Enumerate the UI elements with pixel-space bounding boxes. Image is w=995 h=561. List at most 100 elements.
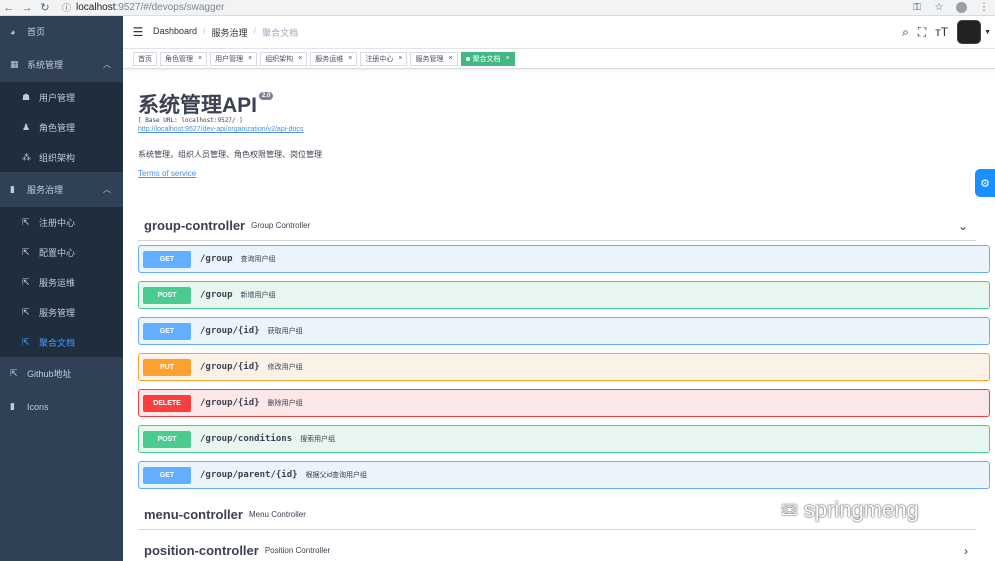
base-url: [ Base URL: localhost:9527/ ] [138, 117, 243, 124]
tag-roles[interactable]: 角色管理 × [160, 51, 208, 66]
tag-label: 注册中心 [365, 55, 394, 63]
chevron-up-icon: ︿ [103, 185, 111, 194]
operation-put-group-id[interactable]: PUT /group/{id} 修改用户组 [138, 353, 990, 381]
sidebar-item-label: 服务管理 [39, 307, 76, 318]
breadcrumb-separator: / [203, 25, 206, 36]
address-bar[interactable]: ⓘ localhost :9527/#/devops/swagger [62, 1, 906, 15]
method-badge: PUT [143, 358, 191, 376]
submenu-service: ⇱ 注册中心 ⇱ 配置中心 ⇱ 服务运维 ⇱ 服务管理 ⇱ 聚合文档 [0, 207, 123, 357]
close-icon[interactable]: × [448, 55, 452, 62]
controller-group[interactable]: group-controller Group Controller ⌄ [138, 211, 976, 241]
method-badge: DELETE [143, 394, 191, 412]
sidebar-item-roles[interactable]: ♟ 角色管理 [0, 112, 123, 142]
external-link-icon: ⇱ [22, 336, 30, 347]
sidebar-item-github[interactable]: ⇱ Github地址 [0, 357, 123, 390]
navbar: ☰ Dashboard / 服务治理 / 聚合文档 ⌕ ⛶ ᴛT ▼ [123, 16, 995, 49]
close-icon[interactable]: × [506, 55, 510, 62]
search-icon[interactable]: ⌕ [902, 25, 909, 40]
tag-service-mgmt[interactable]: 服务管理 × [410, 51, 458, 66]
watermark: ✉ springmeng [781, 497, 919, 523]
more-icon[interactable]: ⋮ [973, 2, 995, 13]
sidebar-item-registry[interactable]: ⇱ 注册中心 [0, 207, 123, 237]
operation-delete-group-id[interactable]: DELETE /group/{id} 删除用户组 [138, 389, 990, 417]
sidebar-item-icons[interactable]: ▮ Icons [0, 390, 123, 423]
chart-icon: ▮ [10, 184, 15, 194]
chevron-right-icon: › [964, 543, 968, 558]
breadcrumb-item: 服务治理 [211, 27, 248, 38]
operation-path: /group/conditions [200, 434, 293, 444]
api-title-text: 系统管理API [138, 94, 258, 117]
sidebar-item-users[interactable]: ☗ 用户管理 [0, 82, 123, 112]
method-badge: POST [143, 430, 191, 448]
controller-desc: Position Controller [264, 546, 331, 555]
operation-path: /group/{id} [200, 398, 260, 408]
breadcrumb: Dashboard / 服务治理 / 聚合文档 [153, 26, 298, 39]
star-icon[interactable]: ☆ [928, 2, 950, 13]
browser-toolbar: ← → ↻ ⓘ localhost :9527/#/devops/swagger… [0, 0, 995, 16]
submenu-system: ☗ 用户管理 ♟ 角色管理 ⁂ 组织架构 [0, 82, 123, 172]
operation-summary: 新增用户组 [240, 292, 276, 299]
close-icon[interactable]: × [298, 55, 302, 62]
method-badge: GET [143, 466, 191, 484]
back-icon[interactable]: ← [0, 2, 18, 14]
operation-path: /group/{id} [200, 326, 260, 336]
tree-icon: ⁂ [22, 151, 31, 162]
sidebar-item-ops[interactable]: ⇱ 服务运维 [0, 267, 123, 297]
info-icon[interactable]: ⓘ [62, 1, 76, 14]
operation-get-group[interactable]: GET /group 查询用户组 [138, 245, 990, 273]
sidebar-item-org[interactable]: ⁂ 组织架构 [0, 142, 123, 172]
breadcrumb-separator: / [253, 25, 257, 36]
sidebar-item-label: 组织架构 [39, 152, 76, 163]
fullscreen-icon[interactable]: ⛶ [918, 25, 926, 40]
caret-down-icon[interactable]: ▼ [984, 29, 991, 36]
api-title: 系统管理API 2.0 [138, 89, 274, 119]
terms-of-service-link[interactable]: Terms of service [138, 169, 196, 178]
controller-position[interactable]: position-controller Position Controller … [138, 536, 976, 561]
operation-post-group-conditions[interactable]: POST /group/conditions 搜索用户组 [138, 425, 990, 453]
operation-get-group-parent-id[interactable]: GET /group/parent/{id} 根据父id查询用户组 [138, 461, 990, 489]
close-icon[interactable]: × [248, 55, 252, 62]
tag-registry[interactable]: 注册中心 × [360, 51, 408, 66]
hamburger-icon[interactable]: ☰ [123, 25, 153, 39]
sidebar-item-home[interactable]: ◕ 首页 [0, 16, 123, 47]
operation-get-group-id[interactable]: GET /group/{id} 获取用户组 [138, 317, 990, 345]
profile-icon[interactable] [956, 2, 967, 13]
tag-ops[interactable]: 服务运维 × [310, 51, 358, 66]
method-badge: POST [143, 286, 191, 304]
font-size-icon[interactable]: ᴛT [935, 25, 948, 39]
reload-icon[interactable]: ↻ [36, 1, 54, 14]
forward-icon[interactable]: → [18, 2, 36, 14]
chevron-down-icon: ⌄ [957, 218, 968, 233]
controller-name: menu-controller [144, 507, 243, 522]
key-icon[interactable]: ⚿ [906, 2, 928, 13]
api-docs-link[interactable]: http://localhost:9527/dev-api/organizati… [138, 126, 303, 133]
sidebar-item-label: 服务治理 [27, 185, 64, 195]
tag-docs[interactable]: 聚合文档 × [460, 51, 515, 66]
avatar[interactable] [957, 20, 982, 44]
sidebar-item-system[interactable]: ▦ 系统管理 ︿ [0, 47, 123, 82]
sidebar-item-service-mgmt[interactable]: ⇱ 服务管理 [0, 297, 123, 327]
method-badge: GET [143, 322, 191, 340]
external-link-icon: ⇱ [22, 246, 30, 257]
tag-users[interactable]: 用户管理 × [210, 51, 258, 66]
operation-summary: 查询用户组 [240, 256, 276, 263]
version-badge: 2.0 [259, 92, 274, 100]
close-icon[interactable]: × [398, 55, 402, 62]
breadcrumb-item[interactable]: Dashboard [153, 26, 197, 39]
settings-icon[interactable]: ⚙ [975, 169, 995, 197]
operation-post-group[interactable]: POST /group 新增用户组 [138, 281, 990, 309]
controller-name: group-controller [144, 218, 246, 233]
sidebar-item-service[interactable]: ▮ 服务治理 ︿ [0, 172, 123, 207]
tag-home[interactable]: 首页 [133, 51, 157, 66]
chevron-up-icon: ︿ [103, 60, 111, 69]
tags-view: 首页 角色管理 × 用户管理 × 组织架构 × 服务运维 × 注册中心 × 服务管理 × 聚… [123, 49, 995, 69]
tag-label: 组织架构 [265, 55, 294, 63]
sidebar-item-label: 首页 [27, 27, 46, 37]
close-icon[interactable]: × [348, 55, 352, 62]
close-icon[interactable]: × [198, 55, 202, 62]
sidebar-item-docs[interactable]: ⇱ 聚合文档 [0, 327, 123, 357]
sidebar-item-config[interactable]: ⇱ 配置中心 [0, 237, 123, 267]
tag-org[interactable]: 组织架构 × [260, 51, 308, 66]
operation-summary: 修改用户组 [267, 364, 303, 371]
sidebar-item-label: 注册中心 [39, 217, 76, 228]
